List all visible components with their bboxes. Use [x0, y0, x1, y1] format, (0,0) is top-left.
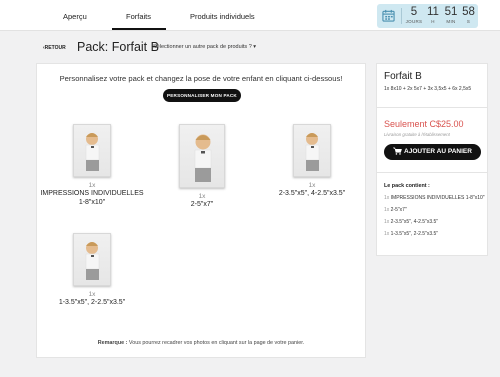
- pack-contents-title: Le pack contient :: [384, 183, 430, 189]
- photo-thumbnail[interactable]: [73, 233, 111, 286]
- item-name: 1-3.5"x5", 2-2.5"x3.5": [37, 298, 147, 307]
- calendar-icon: [382, 9, 395, 22]
- item-quantity: 1x: [88, 291, 96, 298]
- page-title: Pack: Forfait B: [77, 40, 159, 54]
- active-tab-indicator: [112, 28, 166, 30]
- select-other-label: Sélectionner un autre pack de produits ?: [153, 44, 252, 50]
- divider: [377, 107, 487, 108]
- countdown-timer: 5 JOURS 11 H 51 MIN 58 S: [377, 4, 478, 28]
- item-quantity: 1x: [308, 182, 316, 189]
- list-item-qty: 1x: [384, 219, 390, 225]
- child-photo-image: [85, 242, 100, 280]
- intro-text: Personnalisez votre pack et changez la p…: [59, 74, 343, 83]
- tab-apercu[interactable]: Aperçu: [63, 12, 87, 21]
- child-photo-image: [85, 133, 100, 171]
- item-name: IMPRESSIONS INDIVIDUELLES 1-8"x10": [37, 189, 147, 207]
- remark-label: Remarque :: [97, 340, 128, 346]
- pack-description: 1x 8x10 + 2x 5x7 + 3x 3,5x5 + 6x 2,5x5: [384, 86, 472, 92]
- pack-name: Forfait B: [384, 71, 422, 82]
- list-item-label: IMPRESSIONS INDIVIDUELLES 1-8"x10": [390, 195, 485, 201]
- list-item-qty: 1x: [384, 231, 390, 237]
- photo-thumbnail[interactable]: [179, 124, 225, 188]
- countdown-hours: 11 H: [424, 6, 442, 25]
- tab-produits-individuels[interactable]: Produits individuels: [190, 12, 255, 21]
- item-name-line: 1-8"x10": [78, 199, 106, 206]
- pack-item[interactable]: 1x 2-5"x7": [147, 124, 257, 209]
- child-photo-image: [194, 134, 212, 182]
- item-quantity: 1x: [198, 193, 206, 200]
- list-item-qty: 1x: [384, 207, 390, 213]
- photo-thumbnail[interactable]: [73, 124, 111, 177]
- item-name-line: IMPRESSIONS INDIVIDUELLES: [40, 190, 144, 197]
- pack-contents-list: 1x IMPRESSIONS INDIVIDUELLES 1-8"x10" 1x…: [384, 195, 486, 243]
- countdown-days-value: 5: [410, 6, 418, 18]
- countdown-hours-label: H: [431, 19, 435, 24]
- pack-item[interactable]: 1x 2-3.5"x5", 4-2.5"x3.5": [257, 124, 367, 198]
- countdown-minutes-label: MIN: [446, 19, 456, 24]
- back-link[interactable]: ‹RETOUR: [43, 45, 66, 51]
- countdown-days: 5 JOURS: [404, 6, 424, 25]
- item-name-line: 2-5"x7": [190, 201, 214, 208]
- list-item-label: 2-5"x7": [390, 207, 407, 213]
- countdown-seconds: 58 S: [460, 6, 477, 25]
- list-item: 1x 1-3.5"x5", 2-2.5"x3.5": [384, 231, 486, 238]
- divider: [377, 172, 487, 173]
- pack-summary-panel: Forfait B 1x 8x10 + 2x 5x7 + 3x 3,5x5 + …: [376, 63, 488, 256]
- pack-contents-card: Personnalisez votre pack et changez la p…: [36, 63, 366, 358]
- item-name: 2-5"x7": [147, 200, 257, 209]
- item-name-line: 2-3.5"x5", 4-2.5"x3.5": [278, 190, 346, 197]
- list-item-label: 1-3.5"x5", 2-2.5"x3.5": [390, 231, 439, 237]
- chevron-down-icon: ▾: [253, 44, 257, 50]
- list-item-qty: 1x: [384, 195, 390, 201]
- add-to-cart-button[interactable]: AJOUTER AU PANIER: [384, 144, 481, 160]
- remark-text: Vous pourrez recadrer vos photos en cliq…: [127, 340, 305, 346]
- countdown-minutes: 51 MIN: [442, 6, 460, 25]
- delivery-note: Livraison gratuite à l'établissement: [384, 132, 450, 137]
- countdown-hours-value: 11: [427, 6, 439, 18]
- item-quantity: 1x: [88, 182, 96, 189]
- pack-item[interactable]: 1x IMPRESSIONS INDIVIDUELLES 1-8"x10": [37, 124, 147, 207]
- item-name: 2-3.5"x5", 4-2.5"x3.5": [257, 189, 367, 198]
- tab-forfaits[interactable]: Forfaits: [126, 12, 151, 21]
- item-name-line: 1-3.5"x5", 2-2.5"x3.5": [58, 299, 126, 306]
- back-label: RETOUR: [44, 45, 66, 51]
- top-nav: Aperçu Forfaits Produits individuels 5 J…: [0, 0, 500, 31]
- list-item: 1x 2-5"x7": [384, 207, 486, 214]
- customize-pack-button[interactable]: PERSONNALISER MON PACK: [163, 89, 241, 102]
- cart-icon: [393, 147, 402, 156]
- pack-item[interactable]: 1x 1-3.5"x5", 2-2.5"x3.5": [37, 233, 147, 307]
- list-item-label: 2-3.5"x5", 4-2.5"x3.5": [390, 219, 439, 225]
- list-item: 1x IMPRESSIONS INDIVIDUELLES 1-8"x10": [384, 195, 486, 202]
- countdown-seconds-value: 58: [462, 6, 475, 18]
- countdown-days-label: JOURS: [405, 19, 423, 24]
- select-other-pack[interactable]: Sélectionner un autre pack de produits ?…: [153, 44, 256, 50]
- pack-price: Seulement C$25.00: [384, 119, 464, 129]
- photo-thumbnail[interactable]: [293, 124, 331, 177]
- add-to-cart-label: AJOUTER AU PANIER: [404, 148, 472, 155]
- countdown-seconds-label: S: [466, 19, 471, 24]
- list-item: 1x 2-3.5"x5", 4-2.5"x3.5": [384, 219, 486, 226]
- child-photo-image: [305, 133, 320, 171]
- countdown-minutes-value: 51: [444, 6, 458, 18]
- remark-note: Remarque : Vous pourrez recadrer vos pho…: [37, 340, 365, 346]
- countdown-divider: [401, 8, 402, 24]
